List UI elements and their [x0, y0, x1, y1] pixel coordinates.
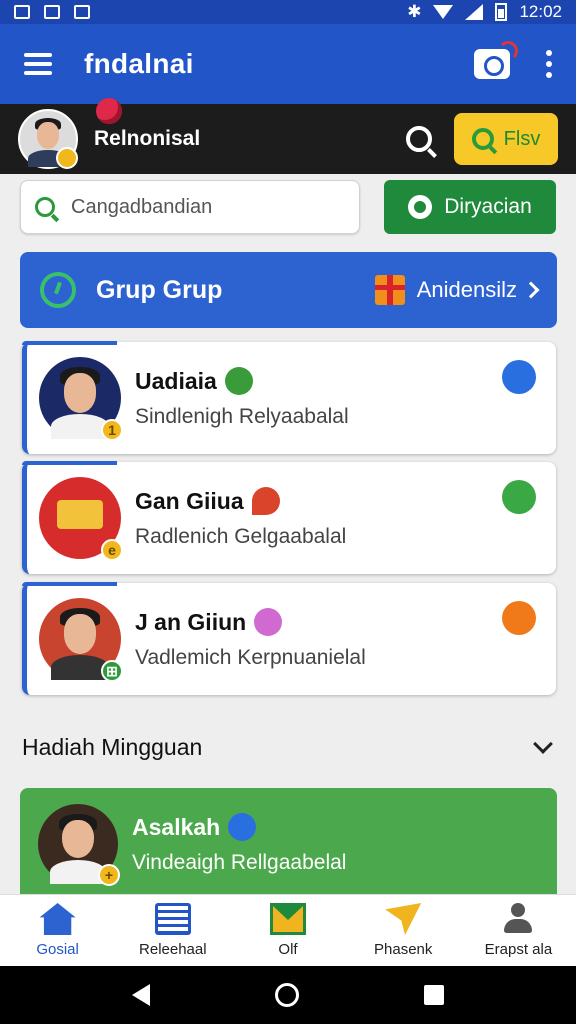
- search-icon[interactable]: [406, 126, 432, 152]
- recent-apps-icon[interactable]: [423, 985, 444, 1005]
- group-card[interactable]: e Gan Giiua Radlenich Gelgaabalal: [22, 461, 556, 574]
- weekly-rewards-header[interactable]: Hadiah Mingguan: [22, 728, 556, 766]
- level-badge-icon: ⊞: [101, 660, 123, 682]
- card-name: Gan Giiua: [135, 487, 244, 514]
- card-subtitle: Radlenich Gelgaabalal: [135, 525, 347, 548]
- card-avatar: e: [39, 477, 123, 561]
- nav-label: Gosial: [36, 941, 79, 958]
- more-options-icon[interactable]: [546, 50, 552, 78]
- search-input[interactable]: [71, 195, 331, 219]
- level-badge-icon: 1: [101, 419, 123, 441]
- nav-item-gosial[interactable]: Gosial: [0, 895, 115, 966]
- wifi-icon: [433, 5, 454, 19]
- envelope-icon: [270, 903, 306, 935]
- notification-icons: [14, 5, 90, 19]
- nav-item-erapst-ala[interactable]: Erapst ala: [461, 895, 576, 966]
- group-title: Grup Grup: [96, 275, 223, 304]
- card-subtitle: Vindeaigh Rellgaabelal: [132, 851, 347, 874]
- signal-icon: [465, 4, 484, 20]
- app-bar: fndalnai: [0, 24, 576, 104]
- status-bar: ✱ 12:02: [0, 0, 576, 24]
- bluetooth-icon: ✱: [407, 2, 422, 21]
- sun-icon: [502, 601, 536, 635]
- weekly-reward-card[interactable]: + Asalkah Vindeaigh Rellgaabelal: [20, 788, 557, 900]
- battery-icon: [495, 3, 508, 21]
- home-circle-icon[interactable]: [274, 983, 299, 1007]
- profile-action-label: Flsv: [503, 127, 541, 150]
- card-avatar: +: [38, 804, 120, 886]
- gift-icon: [374, 275, 405, 305]
- nav-item-phasenk[interactable]: Phasenk: [346, 895, 461, 966]
- card-subtitle: Sindlenigh Relyaabalal: [135, 405, 349, 428]
- menu-icon[interactable]: [24, 53, 52, 75]
- profile-badge-icon: [56, 147, 78, 169]
- card-name: J an Giiun: [135, 608, 247, 635]
- camera-icon[interactable]: [474, 41, 518, 79]
- candy-icon: [96, 98, 122, 124]
- strawberry-icon: [251, 487, 280, 515]
- nav-label: Releehaal: [139, 941, 207, 958]
- flag-notification-icon: [74, 5, 90, 19]
- paper-plane-icon: [385, 903, 422, 935]
- search-button[interactable]: Diryacian: [384, 180, 556, 234]
- search-icon: [471, 128, 494, 150]
- profile-avatar[interactable]: [18, 109, 78, 169]
- balloon-icon: [228, 813, 257, 841]
- card-avatar: 1: [39, 357, 123, 441]
- system-navigation: [0, 966, 576, 1024]
- clock-icon: [40, 272, 76, 308]
- card-avatar: ⊞: [39, 598, 123, 682]
- notification-icon: [14, 5, 30, 19]
- user-icon: [500, 903, 536, 935]
- search-field[interactable]: [20, 180, 360, 234]
- level-badge-icon: e: [101, 539, 123, 561]
- nav-item-releehaal[interactable]: Releehaal: [115, 895, 230, 966]
- group-link[interactable]: Anidensilz: [417, 277, 517, 303]
- profile-bar: Relnonisal Flsv: [0, 98, 576, 174]
- group-card[interactable]: 1 Uadiaia Sindlenigh Relyaabalal: [22, 341, 556, 454]
- image-notification-icon: [44, 5, 60, 19]
- group-card[interactable]: ⊞ J an Giiun Vadlemich Kerpnuanielal: [22, 582, 556, 695]
- balloon-icon: [502, 360, 536, 394]
- nav-item-olf[interactable]: Olf: [230, 895, 345, 966]
- back-icon[interactable]: [132, 984, 151, 1006]
- bottom-navigation: Gosial Releehaal Olf Phasenk Erapst ala: [0, 894, 576, 966]
- search-icon: [35, 197, 55, 217]
- nav-label: Phasenk: [374, 941, 433, 958]
- profile-action-button[interactable]: Flsv: [454, 113, 558, 165]
- lollipop-icon: [502, 480, 536, 514]
- card-name: Asalkah: [132, 813, 221, 840]
- group-banner[interactable]: Grup Grup Anidensilz: [20, 252, 557, 328]
- profile-name: Relnonisal: [94, 127, 201, 150]
- search-button-label: Diryacian: [444, 195, 532, 218]
- list-icon: [154, 903, 191, 935]
- chevron-right-icon: [522, 281, 540, 299]
- smiley-icon: [224, 367, 253, 395]
- party-popper-icon: [254, 608, 283, 636]
- card-name: Uadiaia: [135, 367, 217, 394]
- card-subtitle: Vadlemich Kerpnuanielal: [135, 646, 366, 669]
- weekly-rewards-title: Hadiah Mingguan: [22, 733, 203, 760]
- nav-label: Olf: [278, 941, 298, 958]
- chevron-down-icon[interactable]: [533, 734, 553, 754]
- status-time: 12:02: [519, 2, 562, 21]
- add-badge-icon: +: [98, 864, 120, 886]
- home-icon: [39, 903, 76, 935]
- search-icon: [408, 195, 433, 219]
- app-title: fndalnai: [84, 48, 194, 79]
- nav-label: Erapst ala: [484, 941, 553, 958]
